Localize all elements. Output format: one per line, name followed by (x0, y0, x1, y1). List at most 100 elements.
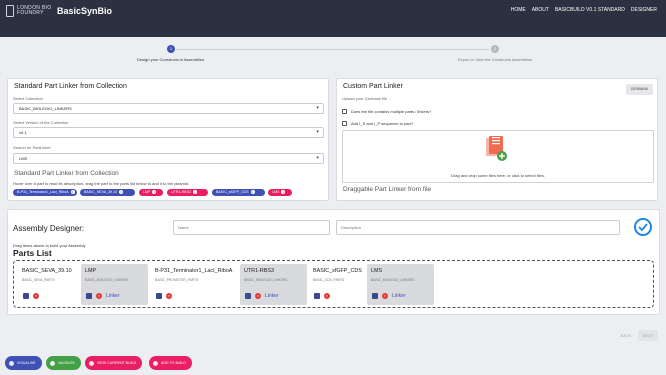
linker-card[interactable]: LMS BASIC_BIOLEGIO_LINKERS × Linker (367, 264, 434, 305)
part-card[interactable]: B-P31_Terminator1_LacI_RiboA BASIC_PROMO… (151, 264, 237, 305)
genbank-button[interactable]: GENBANK (626, 84, 653, 95)
close-icon[interactable]: × (192, 190, 197, 195)
validate-label: VALIDATE (58, 361, 75, 365)
remove-icon[interactable]: × (96, 293, 102, 299)
image-icon[interactable] (156, 293, 162, 299)
confirm-check-icon[interactable] (634, 218, 652, 236)
part-collection: BASIC_BIOLEGIO_LINKERS (244, 278, 288, 282)
logo-line-2: FOUNDRY (17, 10, 44, 16)
part-actions: × (156, 293, 172, 299)
part-name: LMS (371, 268, 383, 274)
close-icon[interactable]: × (152, 190, 157, 195)
collection-label: Select Collection (13, 96, 43, 101)
part-name: BASIC_SEVA_39.10 (22, 268, 72, 274)
parts-list-title: Parts List (13, 248, 52, 258)
remove-icon[interactable]: × (33, 293, 39, 299)
assembly-description-input[interactable]: Description (336, 220, 620, 235)
nav-designer[interactable]: DESIGNER (631, 7, 657, 13)
nav-about[interactable]: ABOUT (532, 7, 549, 13)
step-1-label: Design your Constructs in Assemblies (137, 57, 205, 62)
draggable-file-title: Draggable Part Linker from file (343, 186, 432, 193)
dropdown-arrow-icon: ▾ (316, 155, 319, 161)
multiple-parts-checkbox[interactable] (342, 109, 347, 114)
step-1-indicator[interactable]: 1 (167, 45, 175, 53)
part-collection: BASIC_CDS_PARTS (313, 278, 345, 282)
next-button[interactable]: NEXT (638, 330, 658, 341)
remove-icon[interactable]: × (255, 293, 261, 299)
version-value: v0.1 (19, 130, 27, 135)
part-collection: BASIC_SEVA_PARTS (22, 278, 55, 282)
assembly-name-input[interactable]: Name (173, 220, 330, 235)
chip-label: BASIC_SEVA_39.10 (84, 190, 118, 194)
back-button[interactable]: BACK (617, 330, 635, 341)
linker-chip[interactable]: LMS × (268, 189, 292, 196)
linker-tag: Linker (265, 293, 279, 299)
add-sequence-checkbox[interactable] (342, 121, 347, 126)
linker-card[interactable]: LMP BASIC_BIOLEGIO_LINKERS × Linker (81, 264, 148, 305)
stepper: 1 2 Design your Constructs in Assemblies… (0, 42, 666, 66)
build-icon (89, 360, 94, 366)
remove-icon[interactable]: × (382, 293, 388, 299)
remove-icon[interactable]: × (324, 293, 330, 299)
file-dropzone[interactable]: Drag and drop some files here, or click … (342, 130, 654, 183)
stepper-connector (176, 49, 489, 50)
part-chip[interactable]: BASIC_sfGFP_CDS × (212, 189, 265, 196)
visualise-button[interactable]: VISUALISE (5, 356, 42, 370)
chip-label: BASIC_sfGFP_CDS (216, 190, 249, 194)
dropdown-arrow-icon: ▾ (316, 129, 319, 135)
brand-title[interactable]: BasicSynBio (57, 6, 112, 16)
partlinker-search-select[interactable]: LMS ▾ (13, 153, 324, 164)
validate-button[interactable]: VALIDATE (46, 356, 81, 370)
logo-text: LONDON BIO FOUNDRY (17, 6, 51, 16)
part-collection: BASIC_BIOLEGIO_LINKERS (371, 278, 415, 282)
remove-icon[interactable]: × (166, 293, 172, 299)
linker-card[interactable]: UTR1-RBS3 BASIC_BIOLEGIO_LINKERS × Linke… (240, 264, 307, 305)
part-card[interactable]: BASIC_SEVA_39.10 BASIC_SEVA_PARTS × (18, 264, 85, 305)
image-icon[interactable] (86, 293, 92, 299)
part-collection: BASIC_BIOLEGIO_LINKERS (85, 278, 129, 282)
part-chip[interactable]: BASIC_SEVA_39.10 × (80, 189, 135, 196)
version-select[interactable]: v0.1 ▾ (13, 127, 324, 138)
add-sequence-label: Add I_S and I_P sequence to part? (351, 121, 414, 126)
foundry-logo-icon (6, 5, 14, 17)
part-card[interactable]: BASIC_sfGFP_CDS BASIC_CDS_PARTS × (309, 264, 376, 305)
linker-chip[interactable]: UTR1-RBS3 × (167, 189, 208, 196)
upload-label: Upload your Genbank file (342, 96, 388, 101)
dropzone-text: Drag and drop some files here, or click … (451, 173, 545, 178)
part-name: BASIC_sfGFP_CDS (313, 268, 362, 274)
part-collection: BASIC_PROMOTER_PARTS (155, 278, 199, 282)
eye-icon (9, 360, 14, 366)
image-icon[interactable] (23, 293, 29, 299)
image-icon[interactable] (372, 293, 378, 299)
image-icon[interactable] (245, 293, 251, 299)
image-icon[interactable] (314, 293, 320, 299)
part-actions: × Linker (372, 293, 406, 299)
top-app-bar: LONDON BIO FOUNDRY BasicSynBio HOME ABOU… (0, 0, 666, 37)
parts-list-dropzone[interactable]: BASIC_SEVA_39.10 BASIC_SEVA_PARTS × LMP … (13, 260, 654, 308)
step-2-indicator[interactable]: 2 (491, 45, 499, 53)
search-label: Search for PartLinker (13, 145, 51, 150)
visualise-label: VISUALISE (17, 361, 36, 365)
custom-card-title: Custom Part Linker (343, 83, 403, 90)
collection-select[interactable]: BASIC_BIOLEGIO_LINKERS ▾ (13, 103, 324, 114)
part-name: LMP (85, 268, 97, 274)
hover-hint: Hover over a part to read its descriptio… (13, 181, 190, 186)
close-icon[interactable]: × (281, 190, 286, 195)
nav-home[interactable]: HOME (511, 7, 526, 13)
part-chip[interactable]: B-P31_Terminator1_LacI_RiboA × (13, 189, 77, 196)
linker-tag: Linker (106, 293, 120, 299)
plus-icon (153, 360, 158, 366)
search-value: LMS (19, 156, 28, 161)
close-icon[interactable]: × (119, 190, 124, 195)
part-name: UTR1-RBS3 (244, 268, 274, 274)
close-icon[interactable]: × (70, 190, 75, 195)
view-current-build-button[interactable]: VIEW CURRENT BUILD (85, 356, 143, 370)
close-icon[interactable]: × (250, 190, 255, 195)
london-bio-foundry-logo[interactable]: LONDON BIO FOUNDRY (6, 5, 51, 17)
check-icon (50, 360, 55, 366)
add-to-build-button[interactable]: ADD TO BUILD (149, 356, 193, 370)
nav-basicbuild-standard[interactable]: BASICBUILD V0.1 STANDARD (555, 7, 625, 13)
collection-value: BASIC_BIOLEGIO_LINKERS (19, 106, 72, 111)
draggable-standard-title: Standard Part Linker from Collection (14, 170, 119, 177)
linker-chip[interactable]: LMP × (139, 189, 163, 196)
